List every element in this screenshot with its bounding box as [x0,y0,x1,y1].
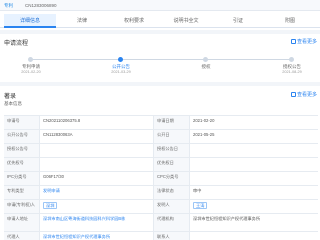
step-label-3: 授权 [201,64,211,69]
flow-title: 申请流程 [4,41,29,47]
field-value: 发明申请 [40,186,154,199]
field-label: 申请(专利权)人 [4,200,40,213]
step-dot-4 [289,57,294,62]
table-row: 申请号 CN202110206375.8 申请日期 2021-02-20 [4,116,318,130]
patent-code: CN1283006890 [25,3,57,8]
patent-type-link[interactable]: 发明申请 [43,188,60,193]
table-row: 优先权号 优先权日 [4,158,318,172]
field-value [190,158,318,171]
tab-fulltext[interactable]: 说明书全文 [160,14,212,28]
field-value [190,232,318,240]
tab-bar: 详细信息 法律 权利要求 说明书全文 引证 附图 [0,14,320,28]
field-label: 代理机构 [154,214,190,231]
field-value: 深圳市南山区粤海街道科技园科兴科学园B栋 [40,214,154,231]
table-row: IPC分类号 G06F17/30 CPC分类号 [4,172,318,186]
field-value [40,144,154,157]
table-row: 申请人地址 深圳市南山区粤海街道科技园科兴科学园B栋 代理机构 深圳市世纪恒程知… [4,214,318,232]
table-row: 申请(专利权)人 深圳 发明人 王涛 [4,200,318,214]
tab-citations[interactable]: 引证 [212,14,264,28]
table-row: 公开公告号 CN112830063A 公开日 2021-05-25 [4,130,318,144]
list-icon [290,92,296,98]
info-title: 著录 [4,94,17,100]
info-table: 申请号 CN202110206375.8 申请日期 2021-02-20 公开公… [4,115,318,240]
field-label: 公开日 [154,130,190,143]
tab-legal[interactable]: 法律 [56,14,108,28]
field-value: 2021-05-25 [193,132,215,137]
field-value: G06F17/30 [40,172,154,185]
field-label: 代理人 [4,232,40,240]
field-label: 优先权日 [154,158,190,171]
agent-link[interactable]: 深圳市世纪恒程知识产权代理事务所 [43,234,110,239]
field-label: 专利类型 [4,186,40,199]
field-label: IPC分类号 [4,172,40,185]
field-label: 申请日期 [154,116,190,129]
patent-tag: 专利 [4,3,13,8]
step-date-4: 2021-08-29 [282,70,302,74]
field-value: 深圳市世纪恒程知识产权代理事务所 [193,216,261,221]
flow-steps: 专利申请 2021-02-20 公开公告 2021-03-29 授权 授权公告 … [0,56,320,78]
tab-details[interactable]: 详细信息 [4,14,56,28]
field-value: CN202110206375.8 [40,116,154,129]
info-panel: 著录 查看更多 基本信息 [0,87,320,115]
field-label: 公开公告号 [4,130,40,143]
top-bar: 专利 CN1283006890 [0,0,320,11]
field-label: CPC分类号 [154,172,190,185]
flow-more-button[interactable]: 查看更多 [290,38,317,45]
field-value: 审中 [193,188,202,193]
applicant-tag[interactable]: 深圳 [43,202,58,209]
step-dot-3 [203,57,208,62]
table-row: 授权公告号 授权公告日 [4,144,318,158]
step-dot-1 [28,57,33,62]
step-date-1: 2021-02-20 [21,70,41,74]
field-value: 王涛 [190,200,318,213]
step-dot-2 [118,57,123,62]
divider [0,82,320,86]
inventor-tag[interactable]: 王涛 [193,202,208,209]
field-label: 申请号 [4,116,40,129]
field-value [190,144,318,157]
flow-more-label: 查看更多 [296,39,317,45]
table-row: 专利类型 发明申请 法律状态 审中 [4,186,318,200]
field-value: CN112830063A [40,130,154,143]
field-value: 2021-02-20 [193,118,215,123]
field-label: 发明人 [154,200,190,213]
tab-claims[interactable]: 权利要求 [108,14,160,28]
field-label: 授权公告号 [4,144,40,157]
field-label: 联系人 [154,232,190,240]
info-more-label: 查看更多 [296,92,317,98]
info-more-button[interactable]: 查看更多 [290,91,317,98]
address-link[interactable]: 深圳市南山区粤海街道科技园科兴科学园B栋 [43,216,125,221]
field-label: 申请人地址 [4,214,40,231]
field-label: 优先权号 [4,158,40,171]
info-subtitle: 基本信息 [4,101,22,106]
field-label: 法律状态 [154,186,190,199]
step-date-2: 2021-03-29 [111,70,131,74]
field-value [40,158,154,171]
table-row: 代理人 深圳市世纪恒程知识产权代理事务所 联系人 [4,232,318,240]
list-icon [290,39,296,45]
field-value: 深圳 [40,200,154,213]
steps-line [30,59,292,60]
tab-figures[interactable]: 附图 [264,14,316,28]
field-label: 授权公告日 [154,144,190,157]
field-value: 深圳市世纪恒程知识产权代理事务所 [40,232,154,240]
field-value [190,172,318,185]
